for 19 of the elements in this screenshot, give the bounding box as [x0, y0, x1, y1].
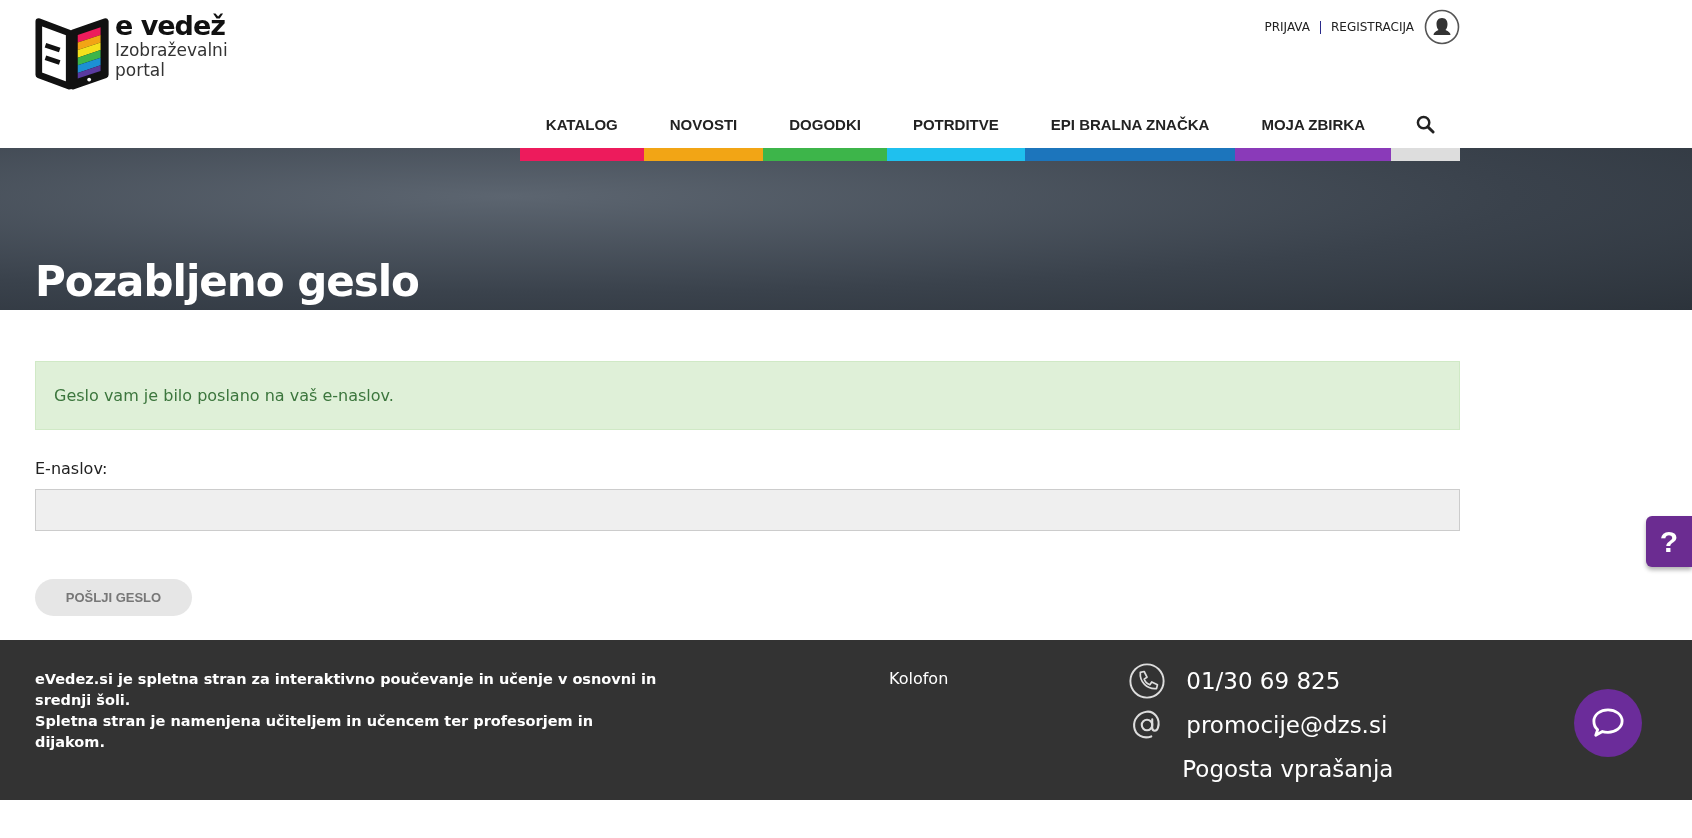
- alert-message: Geslo vam je bilo poslano na vaš e-naslov.: [54, 386, 394, 405]
- help-tab[interactable]: ?: [1646, 516, 1692, 567]
- speech-bubble-icon: [1590, 707, 1626, 739]
- user-avatar-icon[interactable]: [1424, 9, 1460, 45]
- account-link[interactable]: REGISTRACIJA: [1331, 20, 1414, 34]
- footer-about-text: Spletna stran je namenjena učiteljem in učencem ter profesorjem in dijakom.: [35, 712, 594, 752]
- logo-brand: e vedež: [115, 12, 226, 40]
- email-input-field[interactable]: [35, 489, 1460, 531]
- email-link[interactable]: promocije@dzs.si: [1186, 712, 1388, 738]
- footer-about-text: eVedez.si je spletna stran za interaktivno poučevanje in učenje v osnovni in srednji šoli.: [35, 670, 658, 710]
- page-title: Pozabljeno geslo: [35, 257, 419, 306]
- phone-icon: [1128, 662, 1167, 700]
- phone-number: 01/30 69 825: [1186, 668, 1341, 694]
- logo-subtitle: Izobraževalni portal: [115, 40, 229, 80]
- kolofon-link[interactable]: Kolofon: [889, 669, 949, 689]
- search-icon[interactable]: [1416, 114, 1435, 134]
- email-label: E-naslov:: [35, 459, 109, 478]
- faq-link[interactable]: Pogosta vprašanja: [1182, 756, 1394, 782]
- account-link[interactable]: PRIJAVA: [1264, 20, 1310, 34]
